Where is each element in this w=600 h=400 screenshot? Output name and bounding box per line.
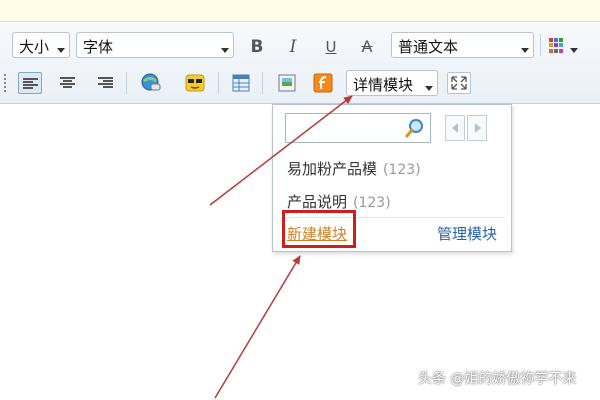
chevron-left-icon — [452, 123, 458, 133]
toolbar-divider — [126, 72, 127, 94]
insert-image-button[interactable] — [276, 72, 300, 94]
template-item-count: (123) — [353, 195, 391, 211]
font-size-label: 大小 — [19, 38, 50, 56]
top-notice-strip — [0, 0, 600, 22]
align-right-icon — [98, 77, 113, 89]
template-select-button[interactable]: 详情模块 — [346, 70, 438, 96]
template-search-field[interactable] — [285, 113, 431, 143]
fullscreen-button[interactable] — [447, 72, 471, 94]
insert-flash-button[interactable] — [312, 72, 336, 94]
strikethrough-button[interactable]: A — [356, 36, 378, 58]
font-family-label: 字体 — [83, 38, 114, 56]
chevron-down-icon — [425, 86, 433, 91]
insert-link-button[interactable] — [140, 72, 164, 94]
toolbar-divider — [218, 72, 219, 94]
align-left-icon — [23, 78, 38, 90]
paragraph-style-label: 普通文本 — [398, 38, 459, 56]
chevron-down-icon — [221, 48, 229, 53]
next-page-button[interactable] — [467, 115, 487, 141]
fullscreen-icon — [451, 76, 467, 90]
chevron-right-icon — [475, 123, 481, 133]
underline-button[interactable]: U — [320, 36, 342, 58]
chevron-down-icon — [57, 48, 65, 53]
align-center-icon — [60, 77, 75, 89]
search-icon[interactable] — [404, 117, 426, 139]
editor-toolbar: 大小 字体 B I U A 普通文本 详情模块 — [0, 22, 600, 104]
prev-page-button[interactable] — [445, 115, 465, 141]
emoticon-icon — [185, 74, 205, 92]
template-item-name: 产品说明 — [287, 193, 348, 211]
template-item-name: 易加粉产品模 — [287, 160, 378, 178]
template-list-item[interactable]: 易加粉产品模 (123) — [287, 158, 421, 179]
bold-button[interactable]: B — [246, 36, 268, 58]
flash-icon — [313, 73, 333, 93]
toolbar-divider — [540, 34, 541, 56]
font-family-select[interactable]: 字体 — [76, 32, 234, 58]
link-icon — [141, 73, 161, 91]
align-center-button[interactable] — [56, 72, 80, 94]
toolbar-divider — [262, 72, 263, 94]
template-list-item[interactable]: 产品说明 (123) — [287, 191, 391, 212]
italic-button[interactable]: I — [282, 36, 304, 58]
image-icon — [278, 74, 296, 92]
highlight-box — [282, 210, 356, 248]
template-search-input[interactable] — [288, 116, 400, 140]
chevron-down-icon — [521, 48, 529, 53]
watermark-text: 头条 @姐的娇傲祢学不来 — [418, 371, 577, 387]
manage-template-link[interactable]: 管理模块 — [437, 223, 497, 244]
font-size-select[interactable]: 大小 — [12, 32, 70, 58]
template-item-count: (123) — [383, 162, 421, 178]
template-select-label: 详情模块 — [353, 76, 414, 94]
emoticon-button[interactable] — [184, 72, 208, 94]
paragraph-style-select[interactable]: 普通文本 — [391, 32, 534, 58]
table-icon — [232, 74, 250, 92]
chevron-down-icon — [570, 48, 578, 53]
align-right-button[interactable] — [94, 72, 118, 94]
insert-table-button[interactable] — [230, 72, 254, 94]
toolbar-grip — [4, 74, 6, 94]
align-left-button[interactable] — [18, 72, 42, 94]
color-grid-icon — [549, 38, 564, 53]
